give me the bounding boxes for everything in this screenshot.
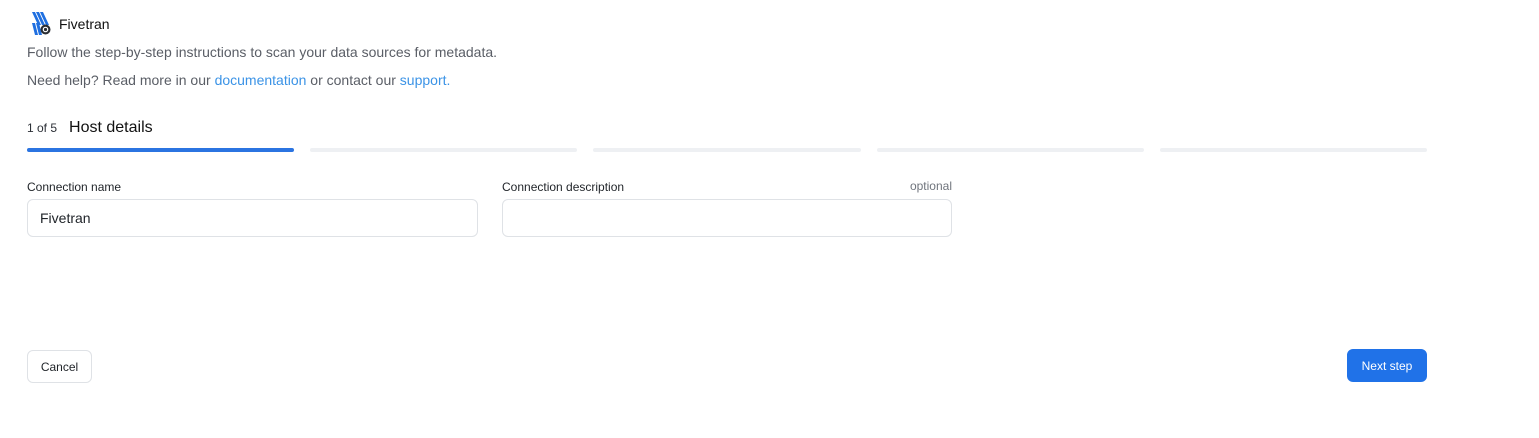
support-link[interactable]: support. <box>400 72 451 88</box>
progress-segment-3 <box>593 148 861 152</box>
progress-segment-1 <box>27 148 295 152</box>
documentation-link[interactable]: documentation <box>215 72 307 88</box>
fivetran-logo-icon <box>30 11 52 37</box>
connection-name-label: Connection name <box>27 180 122 194</box>
intro-text: Follow the step-by-step instructions to … <box>27 44 498 60</box>
progress-segment-2 <box>310 148 578 152</box>
next-step-button[interactable]: Next step <box>1347 349 1427 382</box>
progress-segment-4 <box>876 148 1144 152</box>
progress-segment-5 <box>1159 148 1428 152</box>
connection-name-input[interactable] <box>27 199 478 237</box>
step-title: Host details <box>69 119 153 136</box>
step-progress-bar <box>27 148 1428 152</box>
help-text: Need help? Read more in our documentatio… <box>27 72 450 88</box>
optional-label: optional <box>909 179 952 193</box>
header: Fivetran <box>30 11 110 37</box>
help-middle: or contact our <box>306 72 400 88</box>
connection-description-label: Connection description <box>502 180 625 194</box>
connection-description-input[interactable] <box>502 199 952 237</box>
stepper-header: 1 of 5 Host details <box>27 119 153 137</box>
cancel-button[interactable]: Cancel <box>27 350 92 383</box>
app-title: Fivetran <box>59 16 110 32</box>
step-count: 1 of 5 <box>27 121 58 135</box>
help-prefix: Need help? Read more in our <box>27 72 215 88</box>
